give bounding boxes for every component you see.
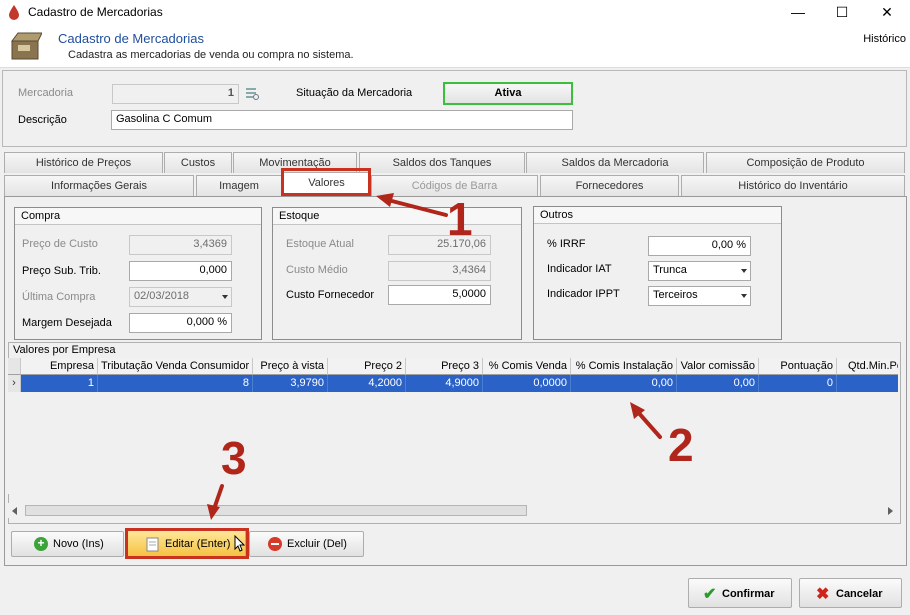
annotation-number-3: 3 [221, 432, 247, 484]
annotation-arrows [207, 193, 662, 520]
highlight-box-valores [281, 168, 371, 196]
annotation-number-2: 2 [668, 419, 694, 471]
arrow-3 [207, 484, 224, 520]
arrow-1 [376, 193, 448, 217]
annotation-number-1: 1 [447, 193, 473, 245]
arrow-2 [630, 402, 662, 439]
